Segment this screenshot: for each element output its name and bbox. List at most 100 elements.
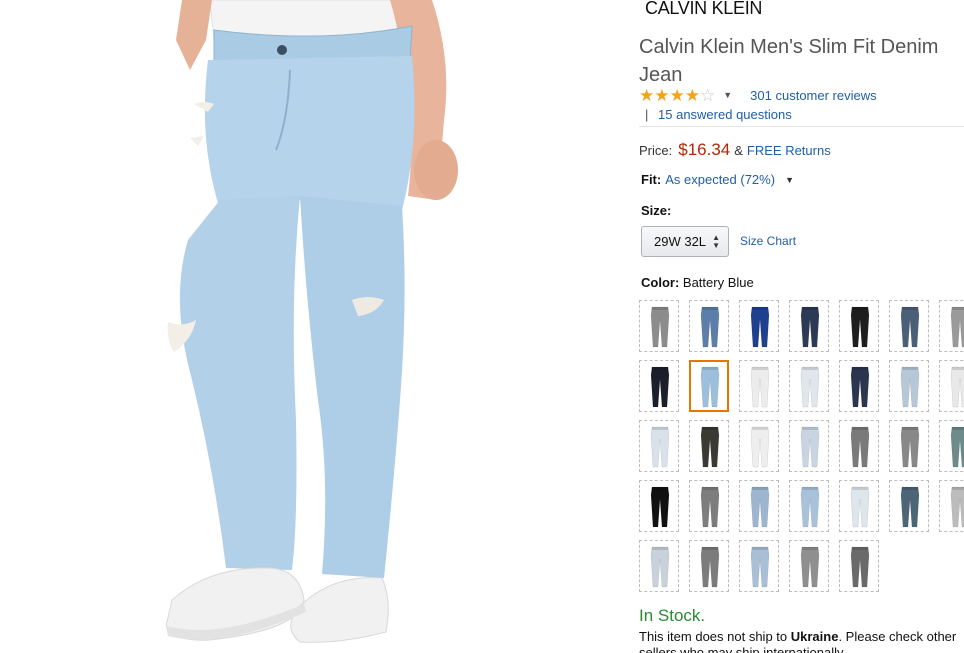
shipping-note: This item does not ship to Ukraine. Plea… bbox=[639, 629, 964, 653]
jeans-thumbnail-icon bbox=[650, 546, 670, 588]
color-label: Color: bbox=[641, 275, 680, 290]
shipping-note-prefix: This item does not ship to bbox=[639, 629, 791, 644]
color-swatch[interactable] bbox=[939, 480, 964, 532]
star-icon: ★ bbox=[639, 85, 655, 105]
brand-logo[interactable]: CALVIN KLEIN bbox=[645, 0, 762, 19]
jeans-thumbnail-icon bbox=[850, 486, 870, 528]
color-swatch[interactable] bbox=[689, 360, 729, 412]
answered-questions-link[interactable]: 15 answered questions bbox=[658, 107, 792, 122]
price-label: Price: bbox=[639, 143, 673, 158]
star-icon: ★ bbox=[684, 85, 700, 105]
star-rating[interactable]: ★ ★ ★ ★ ☆ bbox=[639, 87, 715, 104]
rating-dropdown-icon[interactable]: ▼ bbox=[723, 90, 732, 100]
jeans-thumbnail-icon bbox=[650, 366, 670, 408]
jeans-thumbnail-icon bbox=[800, 546, 820, 588]
jeans-thumbnail-icon bbox=[850, 546, 870, 588]
size-chart-link[interactable]: Size Chart bbox=[740, 234, 796, 248]
price-row: Price: $16.34 & FREE Returns bbox=[639, 140, 831, 160]
jeans-thumbnail-icon bbox=[950, 426, 964, 468]
select-arrows-icon: ▲ ▼ bbox=[712, 233, 720, 250]
jeans-thumbnail-icon bbox=[750, 426, 770, 468]
color-swatch[interactable] bbox=[789, 300, 829, 352]
free-returns-link[interactable]: FREE Returns bbox=[747, 143, 831, 158]
color-row: Color: Battery Blue bbox=[641, 275, 754, 290]
color-swatch[interactable] bbox=[639, 540, 679, 592]
color-swatch[interactable] bbox=[739, 420, 779, 472]
buy-box-panel: CALVIN KLEIN Calvin Klein Men's Slim Fit… bbox=[639, 0, 964, 653]
color-swatch[interactable] bbox=[889, 480, 929, 532]
customer-reviews-link[interactable]: 301 customer reviews bbox=[750, 88, 876, 103]
color-swatch[interactable] bbox=[739, 360, 779, 412]
jeans-thumbnail-icon bbox=[750, 366, 770, 408]
jeans-thumbnail-icon bbox=[750, 486, 770, 528]
color-selected-value: Battery Blue bbox=[682, 275, 754, 290]
shipping-country: Ukraine bbox=[790, 629, 839, 644]
jeans-thumbnail-icon bbox=[850, 306, 870, 348]
jeans-thumbnail-icon bbox=[700, 546, 720, 588]
star-icon: ★ bbox=[669, 85, 685, 105]
jeans-thumbnail-icon bbox=[800, 426, 820, 468]
jeans-thumbnail-icon bbox=[700, 486, 720, 528]
jeans-thumbnail-icon bbox=[700, 306, 720, 348]
color-swatch[interactable] bbox=[889, 420, 929, 472]
product-jeans-illustration bbox=[165, 0, 458, 643]
fit-dropdown-icon[interactable]: ▼ bbox=[785, 175, 794, 185]
size-select[interactable]: 29W 32L ▲ ▼ bbox=[641, 226, 729, 257]
color-swatch[interactable] bbox=[889, 360, 929, 412]
jeans-thumbnail-icon bbox=[950, 486, 964, 528]
jeans-thumbnail-icon bbox=[900, 306, 920, 348]
fit-label: Fit: bbox=[641, 172, 662, 187]
jeans-thumbnail-icon bbox=[750, 306, 770, 348]
color-swatch[interactable] bbox=[739, 540, 779, 592]
jeans-thumbnail-icon bbox=[650, 306, 670, 348]
color-swatch[interactable] bbox=[939, 360, 964, 412]
color-swatch[interactable] bbox=[789, 420, 829, 472]
color-swatch[interactable] bbox=[689, 420, 729, 472]
color-swatch[interactable] bbox=[789, 540, 829, 592]
price-value: $16.34 bbox=[678, 140, 731, 159]
product-title: Calvin Klein Men's Slim Fit Denim Jean bbox=[639, 36, 939, 86]
color-swatch[interactable] bbox=[689, 480, 729, 532]
color-swatch[interactable] bbox=[689, 540, 729, 592]
color-swatch[interactable] bbox=[789, 360, 829, 412]
answered-questions-row: | 15 answered questions bbox=[645, 107, 792, 122]
jeans-thumbnail-icon bbox=[700, 366, 720, 408]
divider bbox=[639, 126, 964, 127]
star-icon: ★ bbox=[654, 85, 670, 105]
color-swatch[interactable] bbox=[789, 480, 829, 532]
jeans-thumbnail-icon bbox=[650, 486, 670, 528]
jeans-thumbnail-icon bbox=[650, 426, 670, 468]
color-swatch[interactable] bbox=[839, 360, 879, 412]
jeans-thumbnail-icon bbox=[800, 306, 820, 348]
jeans-thumbnail-icon bbox=[950, 366, 964, 408]
jeans-thumbnail-icon bbox=[900, 366, 920, 408]
color-swatch[interactable] bbox=[839, 420, 879, 472]
color-swatch[interactable] bbox=[639, 300, 679, 352]
rating-row: ★ ★ ★ ★ ☆ ▼ 301 customer reviews bbox=[639, 86, 877, 104]
color-swatch[interactable] bbox=[889, 300, 929, 352]
stock-status: In Stock. bbox=[639, 606, 706, 625]
color-swatch[interactable] bbox=[639, 420, 679, 472]
jeans-thumbnail-icon bbox=[750, 546, 770, 588]
color-swatch[interactable] bbox=[689, 300, 729, 352]
color-swatch[interactable] bbox=[839, 300, 879, 352]
size-label: Size: bbox=[641, 203, 672, 218]
product-main-image[interactable] bbox=[0, 0, 560, 653]
color-swatch[interactable] bbox=[939, 420, 964, 472]
price-ampersand: & bbox=[734, 143, 743, 158]
color-swatch[interactable] bbox=[739, 480, 779, 532]
jeans-thumbnail-icon bbox=[900, 486, 920, 528]
jeans-thumbnail-icon bbox=[800, 366, 820, 408]
qa-separator: | bbox=[645, 107, 649, 122]
color-swatch[interactable] bbox=[639, 480, 679, 532]
fit-value-link[interactable]: As expected (72%) bbox=[665, 172, 775, 187]
jeans-thumbnail-icon bbox=[950, 306, 964, 348]
color-swatch[interactable] bbox=[839, 480, 879, 532]
color-swatch[interactable] bbox=[739, 300, 779, 352]
color-swatch[interactable] bbox=[839, 540, 879, 592]
fit-row: Fit: As expected (72%) ▼ bbox=[641, 172, 794, 187]
color-swatch[interactable] bbox=[939, 300, 964, 352]
jeans-thumbnail-icon bbox=[700, 426, 720, 468]
color-swatch[interactable] bbox=[639, 360, 679, 412]
star-empty-icon: ☆ bbox=[700, 85, 716, 105]
